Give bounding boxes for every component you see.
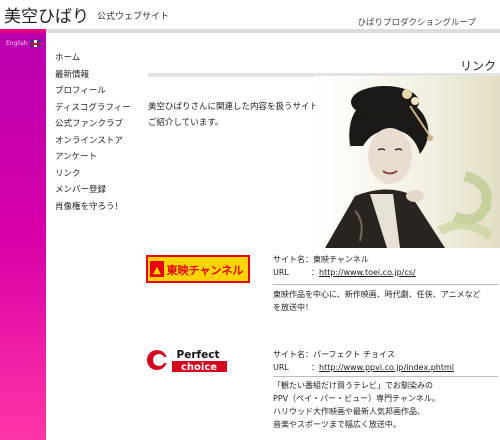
- nav-item-store[interactable]: オンラインストア: [55, 133, 131, 150]
- english-link[interactable]: English: [6, 40, 28, 47]
- nav-item-register[interactable]: メンバー登録: [55, 182, 131, 199]
- group-name[interactable]: ひばりプロダクショングループ: [358, 16, 477, 28]
- entry-divider: [273, 284, 498, 285]
- toei-url-link[interactable]: http://www.toei.co.jp/cs/: [319, 268, 416, 277]
- toei-logo-text: 東映チャンネル: [167, 263, 244, 277]
- perfect-description: 「観たい番組だけ買うテレビ」でお馴染みの PPV（ペイ・パー・ビュー）専門チャン…: [273, 379, 498, 431]
- site-name-value: パーフェクト チョイス: [313, 350, 395, 359]
- desc-line: 東映作品を中心に、新作映画、時代劇、任侠、アニメなど: [273, 290, 481, 299]
- uk-flag-icon[interactable]: [30, 40, 41, 47]
- desc-line: 「観たい番組だけ買うテレビ」でお馴染みの: [273, 381, 433, 390]
- desc-line: 音楽やスポーツまで幅広く放送中。: [273, 420, 401, 429]
- toei-channel-logo[interactable]: ▲ 東映チャンネル: [146, 255, 250, 283]
- entry-divider: [273, 376, 498, 377]
- intro-line: ご紹介しています。: [148, 118, 224, 128]
- perfect-logo-text: Perfect: [177, 349, 220, 361]
- nav-item-portrait-rights[interactable]: 肖像権を守ろう！: [55, 199, 131, 216]
- header-divider: [0, 29, 500, 33]
- portrait-photo: [315, 76, 500, 248]
- nav-item-fanclub[interactable]: 公式ファンクラブ: [55, 116, 131, 133]
- toei-description: 東映作品を中心に、新作映画、時代劇、任侠、アニメなど を放送中！: [273, 288, 498, 314]
- main-nav: ホーム 最新情報 プロフィール ディスコグラフィー 公式ファンクラブ オンライン…: [55, 50, 131, 215]
- site-subtitle: 公式ウェブサイト: [97, 12, 170, 22]
- desc-line: を放送中！: [273, 303, 313, 312]
- desc-line: PPV（ペイ・パー・ビュー）専門チャンネル。: [273, 394, 440, 403]
- nav-item-profile[interactable]: プロフィール: [55, 83, 131, 100]
- nav-item-links[interactable]: リンク: [55, 166, 131, 183]
- link-entry-toei: サイト名：東映チャンネル URL ：http://www.toei.co.jp/c…: [273, 255, 416, 277]
- nav-item-discography[interactable]: ディスコグラフィー: [55, 100, 131, 117]
- perfect-choice-logo[interactable]: Perfect choice: [146, 346, 250, 374]
- site-name-label: サイト名：: [273, 350, 313, 359]
- nav-item-survey[interactable]: アンケート: [55, 149, 131, 166]
- url-label: URL: [273, 363, 289, 372]
- desc-line: ハリウッド大作映画や最新人気邦画作品、: [273, 407, 425, 416]
- nav-item-news[interactable]: 最新情報: [55, 67, 131, 84]
- site-name-value: 東映チャンネル: [313, 255, 369, 264]
- choice-logo-text: choice: [181, 362, 217, 373]
- page-title: リンク: [459, 59, 496, 73]
- link-entry-perfect: サイト名：パーフェクト チョイス URL ：http://www.ppvi.co.…: [273, 350, 455, 372]
- svg-text:▲: ▲: [153, 265, 161, 276]
- site-name-label: サイト名：: [273, 255, 313, 264]
- nav-item-home[interactable]: ホーム: [55, 50, 131, 67]
- site-name[interactable]: 美空ひばり: [4, 2, 89, 27]
- intro-text: 美空ひばりさんに関連した内容を扱うサイトを ご紹介しています。: [148, 99, 328, 131]
- url-label: URL: [273, 268, 289, 277]
- perfect-url-link[interactable]: http://www.ppvi.co.jp/index.phtml: [319, 363, 454, 372]
- sidebar-gradient: [0, 33, 46, 440]
- intro-line: 美空ひばりさんに関連した内容を扱うサイトを: [148, 102, 327, 112]
